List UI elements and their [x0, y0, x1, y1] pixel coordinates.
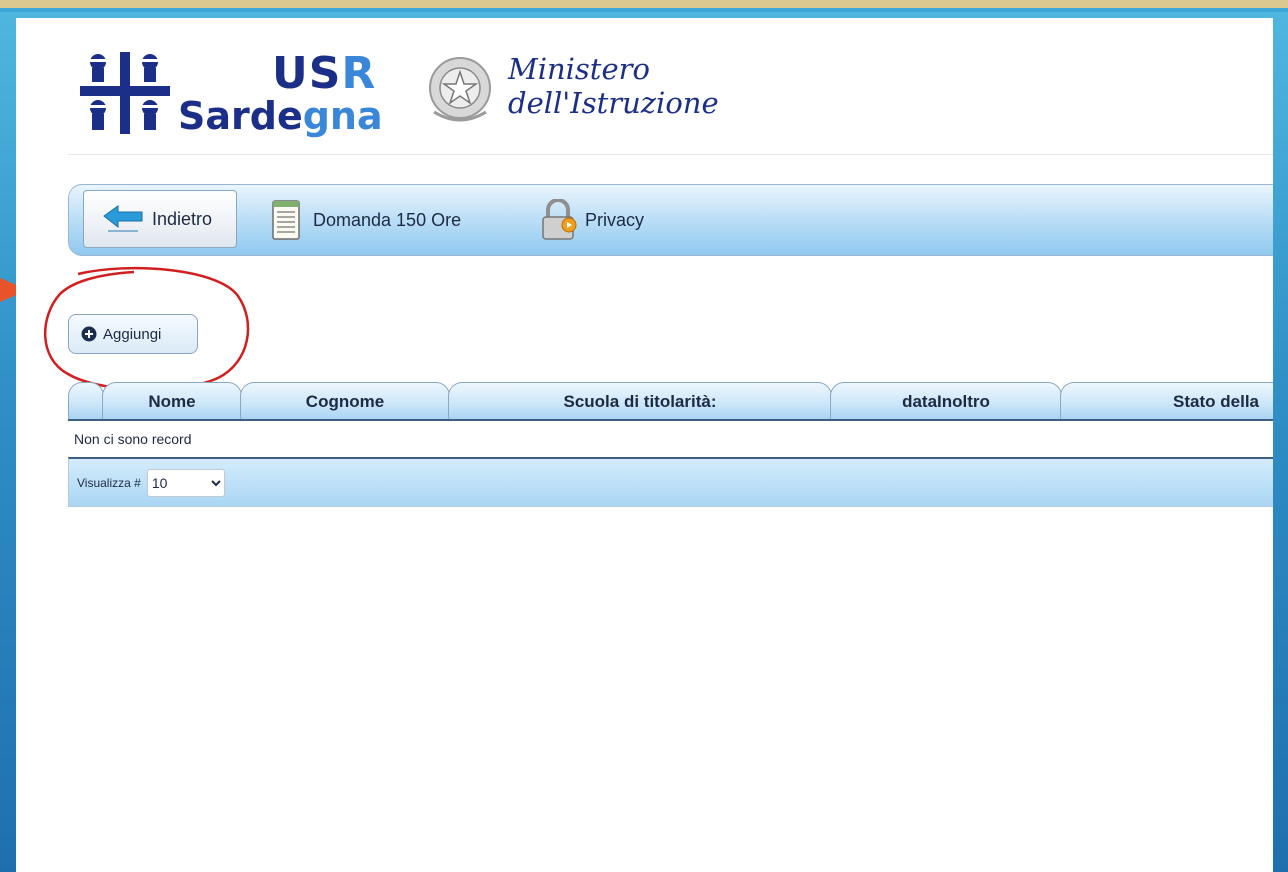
ministero-line1: Ministero: [508, 52, 650, 86]
privacy-button[interactable]: Privacy: [539, 199, 644, 241]
back-button[interactable]: Indietro: [83, 190, 237, 248]
column-header-stato-label: Stato della: [1173, 391, 1259, 411]
page-size-select[interactable]: 10: [146, 468, 225, 497]
header-divider: [68, 154, 1273, 155]
ministero-title: Ministero dell'Istruzione: [508, 52, 719, 120]
privacy-label: Privacy: [585, 209, 645, 230]
grid-header: Nome Cognome Scuola di titolarità: dataI…: [68, 382, 1273, 420]
column-header-scuola[interactable]: Scuola di titolarità:: [448, 382, 832, 420]
top-stripe-accent: [0, 8, 1288, 12]
ministero-line2: dell'Istruzione: [508, 86, 719, 120]
column-header-cognome[interactable]: Cognome: [240, 382, 450, 420]
grid-empty-row: Non ci sono record: [68, 421, 1273, 457]
page-panel: USR Sardegna Ministero dell'Istruzione I…: [16, 18, 1273, 872]
column-header-cognome-label: Cognome: [305, 391, 385, 411]
logo-usr-text: USR: [272, 48, 377, 99]
add-button[interactable]: Aggiungi: [68, 314, 198, 354]
domanda-150-ore-button[interactable]: Domanda 150 Ore: [271, 199, 461, 241]
logo-sardegna-text: Sardegna: [178, 94, 383, 138]
back-arrow-icon: [103, 205, 143, 232]
document-icon: [272, 200, 300, 240]
plus-circle-icon: [81, 326, 97, 342]
toolbar: Indietro Domanda 150 Ore Privacy: [68, 184, 1273, 256]
column-header-nome-label: Nome: [148, 391, 196, 411]
site-header: USR Sardegna Ministero dell'Istruzione: [76, 48, 776, 138]
column-header-stato[interactable]: Stato della: [1060, 382, 1273, 420]
column-header-nome[interactable]: Nome: [102, 382, 242, 420]
italian-republic-emblem-icon: [429, 57, 491, 122]
back-button-label: Indietro: [152, 208, 213, 229]
sardegna-cross-logo-icon: [80, 52, 170, 134]
column-header-datainoltro[interactable]: dataInoltro: [830, 382, 1062, 420]
grid-pager: Visualizza # 10: [68, 457, 1273, 507]
top-stripe: [0, 0, 1288, 8]
grid-column-selector[interactable]: [68, 382, 104, 420]
empty-message: Non ci sono record: [74, 431, 192, 447]
padlock-icon: [542, 199, 577, 240]
add-button-label: Aggiungi: [103, 325, 162, 343]
domanda-150-ore-label: Domanda 150 Ore: [313, 209, 462, 230]
column-header-datainoltro-label: dataInoltro: [902, 391, 990, 411]
pager-label: Visualizza #: [77, 475, 141, 490]
column-header-scuola-label: Scuola di titolarità:: [563, 391, 717, 411]
